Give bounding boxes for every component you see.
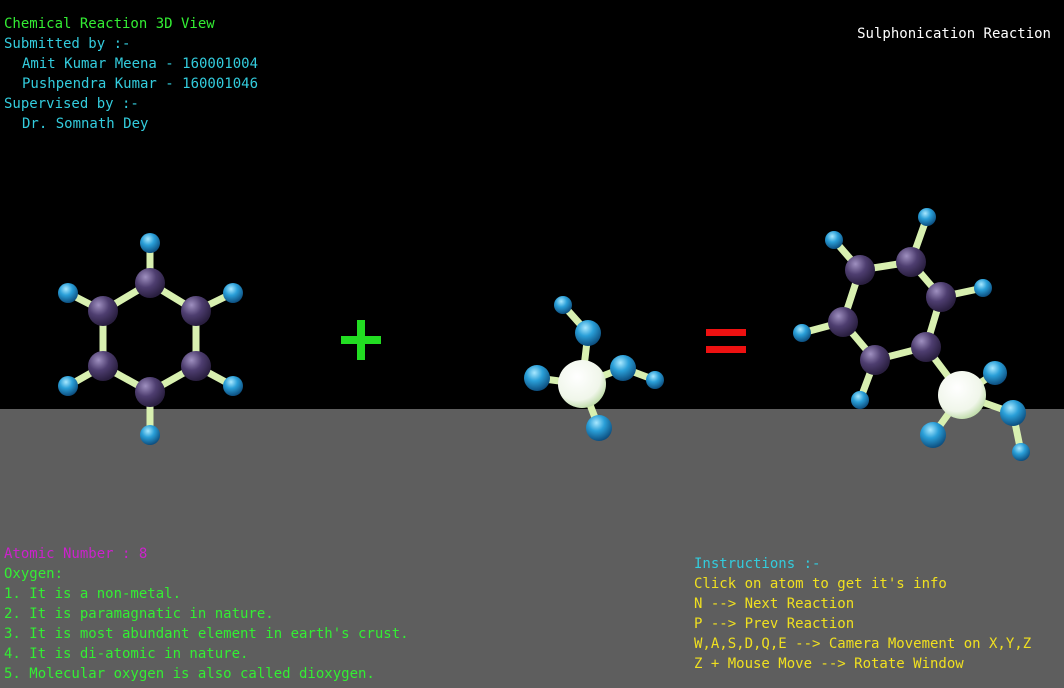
oxygen-atom[interactable] — [586, 415, 612, 441]
hydrogen-atom[interactable] — [825, 231, 843, 249]
instruction-line: W,A,S,D,Q,E --> Camera Movement on X,Y,Z — [694, 636, 1032, 652]
instruction-line: Z + Mouse Move --> Rotate Window — [694, 656, 964, 672]
carbon-atom[interactable] — [88, 296, 118, 326]
oxygen-atom[interactable] — [524, 365, 550, 391]
reaction-name: Sulphonication Reaction — [857, 26, 1051, 42]
plus-icon — [341, 320, 381, 360]
hydrogen-atom[interactable] — [1012, 443, 1030, 461]
element-fact: 1. It is a non-metal. — [4, 586, 182, 602]
carbon-atom[interactable] — [860, 345, 890, 375]
hydrogen-atom[interactable] — [646, 371, 664, 389]
carbon-atom[interactable] — [135, 268, 165, 298]
hydrogen-atom[interactable] — [58, 283, 78, 303]
hydrogen-atom[interactable] — [851, 391, 869, 409]
instruction-line: P --> Prev Reaction — [694, 616, 855, 632]
instructions-heading: Instructions :- — [694, 556, 821, 572]
carbon-atom[interactable] — [181, 296, 211, 326]
author-2: Pushpendra Kumar - 160001046 — [22, 76, 259, 92]
instruction-line: Click on atom to get it's info — [694, 576, 947, 592]
benzenesulfonic-acid-molecule[interactable] — [793, 208, 1030, 461]
element-fact: 5. Molecular oxygen is also called dioxy… — [4, 666, 375, 682]
sulfuric-acid-molecule[interactable] — [524, 296, 664, 441]
hydrogen-atom[interactable] — [554, 296, 572, 314]
hydrogen-atom[interactable] — [58, 376, 78, 396]
element-fact: 3. It is most abundant element in earth'… — [4, 626, 409, 642]
carbon-atom[interactable] — [896, 247, 926, 277]
hydrogen-atom[interactable] — [223, 376, 243, 396]
oxygen-atom[interactable] — [983, 361, 1007, 385]
app-title: Chemical Reaction 3D View — [4, 16, 215, 32]
submitted-by-label: Submitted by :- — [4, 36, 131, 52]
element-name: Oxygen: — [4, 566, 64, 582]
element-fact: 4. It is di-atomic in nature. — [4, 646, 249, 662]
oxygen-atom[interactable] — [920, 422, 946, 448]
carbon-atom[interactable] — [911, 332, 941, 362]
hydrogen-atom[interactable] — [223, 283, 243, 303]
instruction-line: N --> Next Reaction — [694, 596, 855, 612]
oxygen-atom[interactable] — [610, 355, 636, 381]
hydrogen-atom[interactable] — [140, 425, 160, 445]
carbon-atom[interactable] — [828, 307, 858, 337]
element-fact: 2. It is paramagnatic in nature. — [4, 606, 274, 622]
hydrogen-atom[interactable] — [918, 208, 936, 226]
carbon-atom[interactable] — [135, 377, 165, 407]
oxygen-atom[interactable] — [575, 320, 601, 346]
hydrogen-atom[interactable] — [974, 279, 992, 297]
hydrogen-atom[interactable] — [140, 233, 160, 253]
carbon-atom[interactable] — [88, 351, 118, 381]
supervised-by-label: Supervised by :- — [4, 96, 139, 112]
benzene-molecule[interactable] — [58, 233, 243, 445]
supervisor-name: Dr. Somnath Dey — [22, 116, 149, 132]
author-1: Amit Kumar Meena - 160001004 — [22, 56, 259, 72]
hydrogen-atom[interactable] — [793, 324, 811, 342]
sulfur-atom[interactable] — [558, 360, 606, 408]
atomic-number: Atomic Number : 8 — [4, 546, 148, 562]
sulfur-atom[interactable] — [938, 371, 986, 419]
carbon-atom[interactable] — [926, 282, 956, 312]
carbon-atom[interactable] — [181, 351, 211, 381]
carbon-atom[interactable] — [845, 255, 875, 285]
equals-icon — [706, 329, 746, 353]
oxygen-atom[interactable] — [1000, 400, 1026, 426]
